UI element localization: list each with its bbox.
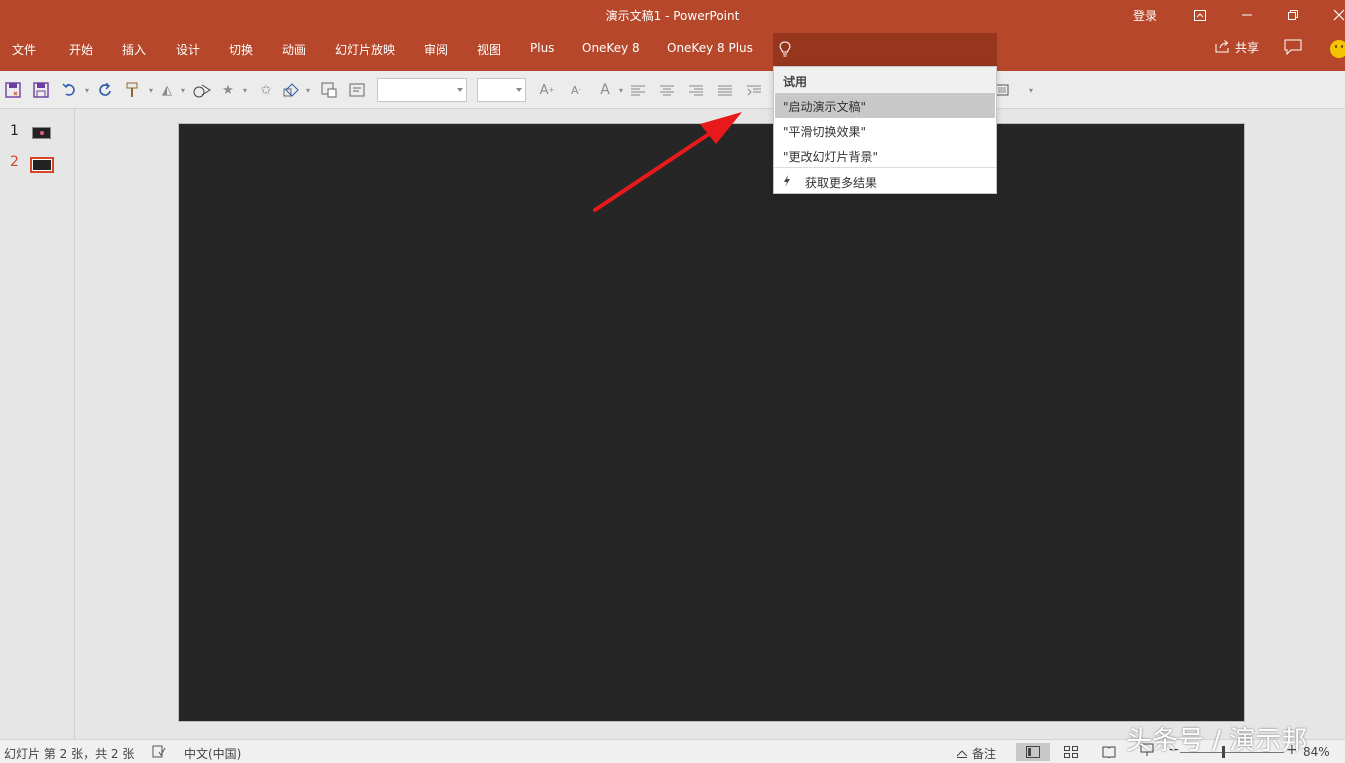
minimize-icon[interactable] <box>1232 4 1262 26</box>
tab-file[interactable]: 文件 <box>12 41 36 58</box>
slide-number-1: 1 <box>10 123 19 139</box>
smiley-feedback-icon[interactable] <box>1330 40 1345 58</box>
tell-me-input[interactable] <box>773 33 997 67</box>
thumbnail-graphic <box>40 131 44 135</box>
shapes-icon[interactable] <box>282 81 300 99</box>
save-as-icon[interactable] <box>4 81 22 99</box>
normal-view-icon[interactable] <box>1016 743 1050 761</box>
tab-design[interactable]: 设计 <box>176 41 200 58</box>
comment-icon[interactable] <box>1284 39 1302 58</box>
close-icon[interactable] <box>1324 4 1345 26</box>
login-button[interactable]: 登录 <box>1133 7 1157 24</box>
tab-view[interactable]: 视图 <box>477 41 501 58</box>
align-right-icon[interactable] <box>687 81 705 99</box>
lightning-icon <box>783 174 791 190</box>
chevron-down-icon <box>457 88 463 92</box>
tell-me-dropdown: 试用 "启动演示文稿" "平滑切换效果" "更改幻灯片背景" 获取更多结果 <box>773 66 997 194</box>
align-center-icon[interactable] <box>658 81 676 99</box>
save-icon[interactable] <box>32 81 50 99</box>
tab-insert[interactable]: 插入 <box>122 41 146 58</box>
notes-button[interactable]: 备注 <box>956 745 996 762</box>
reading-view-icon[interactable] <box>1092 743 1126 761</box>
slide-canvas[interactable] <box>178 123 1245 722</box>
restore-icon[interactable] <box>1278 4 1308 26</box>
tab-review[interactable]: 审阅 <box>424 41 448 58</box>
notes-label: 备注 <box>972 747 997 761</box>
slide-thumbnail-1[interactable] <box>32 127 51 139</box>
chevron-down-icon <box>516 88 522 92</box>
tab-onekey8-plus[interactable]: OneKey 8 Plus <box>667 41 753 55</box>
animation-pane-icon[interactable] <box>193 81 211 99</box>
tab-plus[interactable]: Plus <box>530 41 554 55</box>
tab-slideshow[interactable]: 幻灯片放映 <box>335 41 395 58</box>
notes-icon <box>956 747 968 761</box>
dropdown-divider <box>774 167 996 168</box>
slide-count-status: 幻灯片 第 2 张，共 2 张 <box>4 747 135 761</box>
chevron-down-icon[interactable]: ▾ <box>78 81 96 99</box>
animation-star-icon[interactable]: ✩ <box>257 81 275 99</box>
slide-thumbnail-pane: 1 2 <box>0 109 75 739</box>
get-more-results[interactable]: 获取更多结果 <box>775 170 995 194</box>
justify-icon[interactable] <box>716 81 734 99</box>
quick-access-toolbar: ▾ ▾ ◭ ▾ ★ ▾ ✩ ▾ A + A- A ▾ ▾ <box>0 71 1345 109</box>
suggestion-change-background[interactable]: "更改幻灯片背景" <box>775 143 995 168</box>
customize-toolbar-icon[interactable]: ▾ <box>1022 81 1040 99</box>
title-bar: 演示文稿1 - PowerPoint 登录 <box>0 0 1345 33</box>
slide-thumbnail-2[interactable] <box>30 157 54 173</box>
language-status[interactable]: 中文(中国) <box>184 745 241 762</box>
chevron-down-icon[interactable]: ▾ <box>236 81 254 99</box>
suggestion-morph-transition[interactable]: "平滑切换效果" <box>775 118 995 143</box>
get-more-results-label: 获取更多结果 <box>805 175 878 190</box>
lightbulb-icon <box>779 41 791 60</box>
chevron-down-icon[interactable]: ▾ <box>174 81 192 99</box>
slide-number-2: 2 <box>10 154 19 170</box>
undo-icon[interactable] <box>61 81 79 99</box>
tab-transitions[interactable]: 切换 <box>229 41 253 58</box>
tab-home[interactable]: 开始 <box>69 41 93 58</box>
format-painter-icon[interactable] <box>123 81 141 99</box>
tab-onekey8[interactable]: OneKey 8 <box>582 41 640 55</box>
watermark-text: 头条号 / 演示邦 <box>1126 726 1308 756</box>
decrease-font-icon[interactable]: A- <box>567 81 585 99</box>
font-size-select[interactable] <box>477 78 526 102</box>
ribbon-tabs: 文件 开始 插入 设计 切换 动画 幻灯片放映 审阅 视图 Plus OneKe… <box>0 33 1345 71</box>
spell-check-icon[interactable] <box>152 744 166 761</box>
share-button[interactable]: 共享 <box>1215 39 1259 56</box>
align-left-icon[interactable] <box>629 81 647 99</box>
share-label: 共享 <box>1235 41 1260 55</box>
increase-font-icon[interactable]: A + <box>538 81 556 99</box>
share-icon <box>1215 39 1231 56</box>
text-box-icon[interactable] <box>348 81 366 99</box>
dropdown-header: 试用 <box>774 67 996 93</box>
redo-icon[interactable] <box>96 81 114 99</box>
font-family-select[interactable] <box>377 78 467 102</box>
new-slide-icon[interactable] <box>320 81 338 99</box>
text-direction-icon[interactable] <box>745 81 763 99</box>
ribbon-display-icon[interactable] <box>1185 4 1215 26</box>
slide-sorter-icon[interactable] <box>1054 743 1088 761</box>
chevron-down-icon[interactable]: ▾ <box>299 81 317 99</box>
chevron-down-icon[interactable]: ▾ <box>612 81 630 99</box>
star-icon[interactable]: ★ <box>219 81 237 99</box>
tab-animations[interactable]: 动画 <box>282 41 306 58</box>
suggestion-start-slideshow[interactable]: "启动演示文稿" <box>775 93 995 118</box>
